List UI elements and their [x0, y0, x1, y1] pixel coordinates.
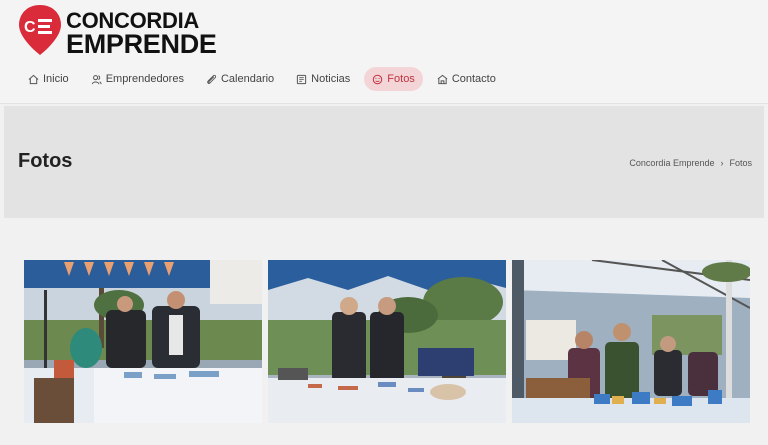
nav-item-contacto[interactable]: Contacto [429, 67, 504, 91]
brand-name-line2: EMPRENDE [66, 29, 217, 59]
gallery-photo[interactable] [512, 260, 750, 423]
photo-gallery [24, 260, 750, 423]
site-logo[interactable]: C CONCORDIA EMPRENDE [18, 2, 217, 58]
nav-item-calendario[interactable]: Calendario [198, 67, 282, 91]
nav-item-fotos[interactable]: Fotos [364, 67, 423, 91]
page-title-banner: Fotos Concordia Emprende › Fotos [4, 106, 764, 218]
breadcrumb-home-link[interactable]: Concordia Emprende [629, 158, 714, 168]
nav-item-label: Inicio [43, 73, 69, 85]
main-nav: Inicio Emprendedores Calendario Noticias… [20, 67, 510, 91]
logo-pin-icon: C [19, 5, 61, 55]
nav-item-label: Contacto [451, 73, 496, 85]
nav-item-label: Emprendedores [105, 73, 184, 85]
gallery-photo[interactable] [268, 260, 506, 423]
users-icon [91, 74, 102, 84]
site-header: C CONCORDIA EMPRENDE Inicio Emprendedore… [0, 0, 768, 104]
building-icon [437, 74, 448, 84]
chevron-right-icon: › [720, 158, 724, 168]
breadcrumb: Concordia Emprende › Fotos [629, 158, 752, 168]
nav-item-emprendedores[interactable]: Emprendedores [83, 67, 192, 91]
nav-item-label: Fotos [387, 73, 415, 85]
nav-item-noticias[interactable]: Noticias [288, 67, 358, 91]
nav-item-label: Noticias [311, 73, 351, 85]
smile-icon [373, 74, 383, 84]
breadcrumb-current: Fotos [729, 158, 752, 168]
nav-item-label: Calendario [220, 73, 275, 85]
paperclip-icon [207, 74, 217, 84]
gallery-photo[interactable] [24, 260, 262, 423]
home-icon [28, 74, 39, 84]
nav-item-inicio[interactable]: Inicio [20, 67, 77, 91]
svg-text:C: C [24, 19, 36, 36]
page-title: Fotos [18, 150, 73, 172]
newspaper-icon [297, 74, 307, 84]
